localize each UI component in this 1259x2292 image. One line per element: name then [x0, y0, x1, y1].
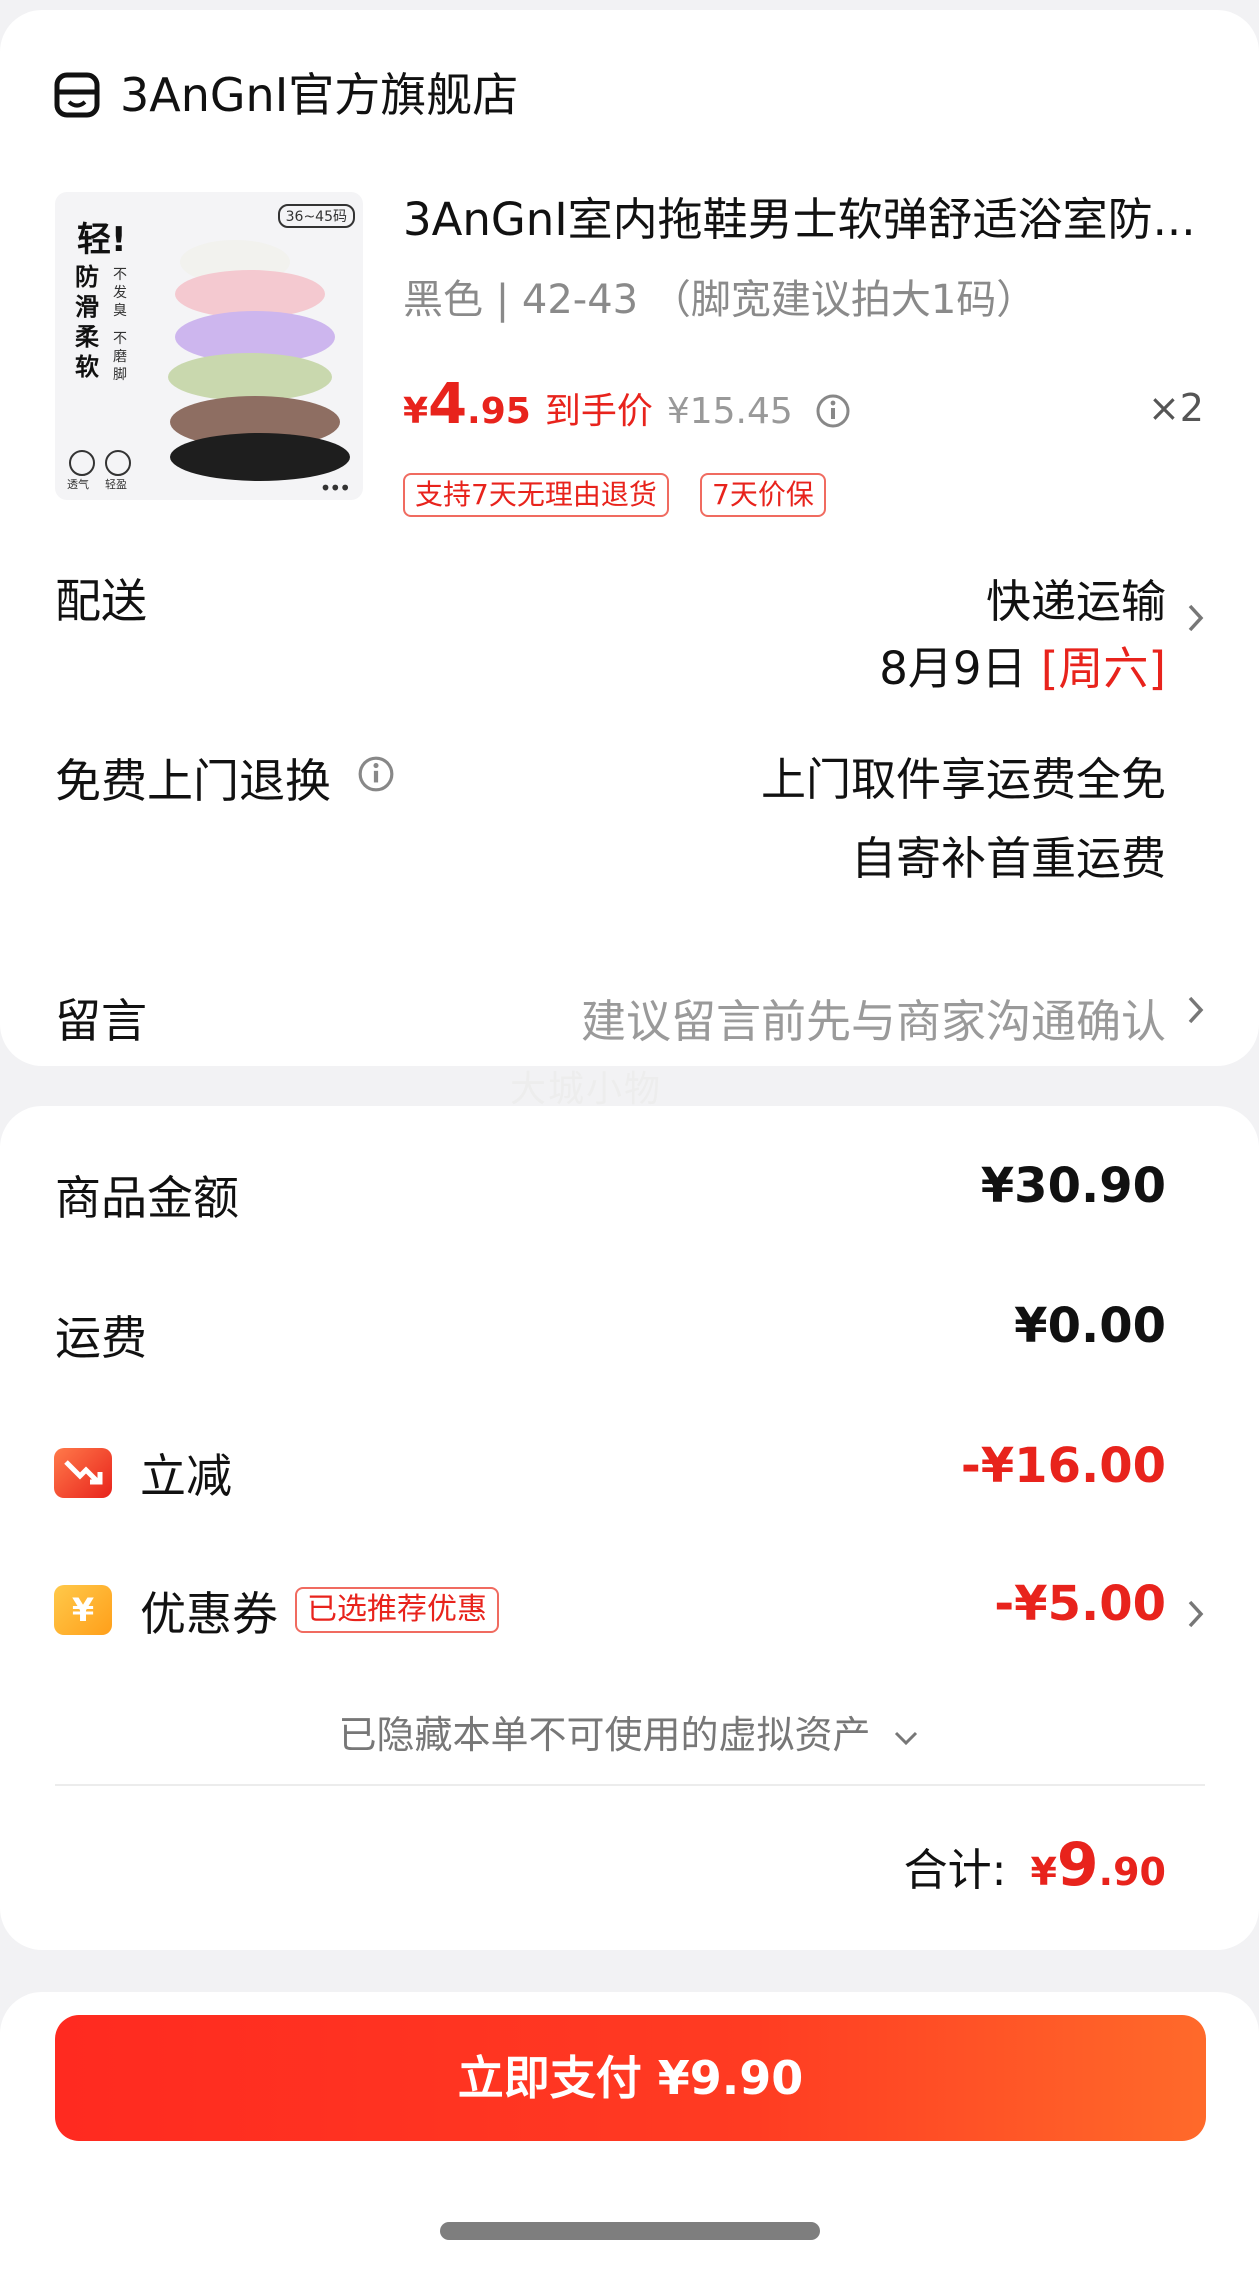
price-protection-tag: 7天价保: [700, 473, 826, 517]
return-service-line1: 上门取件享运费全免: [760, 753, 1166, 806]
chevron-right-icon[interactable]: [1185, 992, 1207, 1028]
hidden-assets-text: 已隐藏本单不可使用的虚拟资产: [338, 1713, 871, 1757]
image-headline: 轻!: [77, 220, 127, 260]
chevron-right-icon[interactable]: [1185, 600, 1207, 636]
info-icon[interactable]: [815, 393, 851, 429]
price-currency: ¥: [403, 391, 429, 432]
coupon-recommended-badge: 已选推荐优惠: [295, 1587, 499, 1633]
product-spec[interactable]: 黑色 | 42-43 （脚宽建议拍大1码）: [403, 272, 1036, 328]
price-decimal: .95: [467, 391, 531, 432]
home-indicator[interactable]: [440, 2222, 820, 2240]
coupon-icon: ¥: [54, 1585, 112, 1635]
total-row: 合计: ¥ 9 .90: [904, 1830, 1166, 1900]
goods-amount-label: 商品金额: [55, 1171, 239, 1225]
hidden-assets-toggle[interactable]: 已隐藏本单不可使用的虚拟资产: [0, 1704, 1259, 1759]
coupon-value[interactable]: -¥5.00: [994, 1576, 1166, 1632]
chevron-down-icon: [894, 1731, 917, 1745]
discount-icon: [54, 1448, 112, 1498]
price-row: ¥ 4 .95 到手价 ¥15.45: [403, 372, 851, 442]
lightweight-icon: [105, 450, 131, 476]
goods-amount-value: ¥30.90: [980, 1158, 1166, 1214]
size-badge: 36~45码: [277, 204, 355, 228]
delivery-label: 配送: [55, 574, 147, 628]
quantity: ×2: [1147, 386, 1204, 430]
original-price: ¥15.45: [666, 391, 793, 432]
total-label: 合计:: [903, 1845, 1007, 1896]
price-summary-card: 商品金额 ¥30.90 运费 ¥0.00 立减 -¥16.00 ¥ 优惠券 已选…: [0, 1106, 1259, 1950]
total-decimal: .90: [1098, 1850, 1166, 1894]
shipping-fee-label: 运费: [55, 1311, 147, 1365]
return-service-line2: 自寄补首重运费: [850, 832, 1166, 885]
delivery-date[interactable]: 8月9日 [周六]: [879, 632, 1166, 697]
store-icon: [54, 72, 100, 118]
final-price-tag: 到手价: [544, 391, 653, 432]
icon-caption-1: 透气: [67, 478, 89, 491]
message-input[interactable]: 建议留言前先与商家沟通确认: [581, 985, 1166, 1050]
product-image[interactable]: 轻! 防滑柔软 不发臭 不磨脚 36~45码 透气 轻盈 •••: [55, 192, 363, 500]
breathable-icon: [69, 450, 95, 476]
divider: [55, 1784, 1205, 1786]
delivery-weekday: [周六]: [1040, 642, 1166, 695]
price-integer: 4: [428, 372, 468, 437]
slippers-illustration: [168, 240, 350, 481]
return-policy-tag: 支持7天无理由退货: [403, 473, 669, 517]
product-title[interactable]: 3AnGnI室内拖鞋男士软弹舒适浴室防...: [403, 190, 1203, 250]
message-label: 留言: [55, 994, 147, 1048]
icon-caption-2: 轻盈: [105, 478, 127, 491]
discount-label: 立减: [140, 1449, 232, 1503]
info-icon[interactable]: [357, 755, 395, 793]
image-vertical-text-3: 不磨脚: [113, 331, 127, 383]
shipping-fee-value: ¥0.00: [1014, 1298, 1166, 1354]
chevron-right-icon[interactable]: [1185, 1596, 1207, 1632]
discount-value: -¥16.00: [960, 1438, 1166, 1494]
image-vertical-text-2: 不发臭: [113, 267, 127, 319]
total-currency: ¥: [1030, 1850, 1057, 1894]
return-service-label: 免费上门退换: [55, 754, 331, 808]
delivery-method[interactable]: 快递运输: [986, 565, 1166, 630]
coupon-label: 优惠券: [140, 1587, 278, 1641]
more-dots-icon: •••: [319, 476, 351, 500]
image-vertical-text: 防滑柔软: [75, 263, 99, 381]
order-card: 3AnGnI官方旗舰店 轻! 防滑柔软 不发臭 不磨脚 36~45码 透气 轻盈…: [0, 10, 1259, 1110]
watermark: 大城小物: [510, 1069, 663, 1110]
delivery-date-text: 8月9日: [879, 642, 1027, 695]
total-integer: 9: [1056, 1830, 1099, 1900]
store-name[interactable]: 3AnGnI官方旗舰店: [120, 65, 518, 125]
pay-now-button[interactable]: 立即支付 ¥9.90: [55, 2015, 1206, 2141]
